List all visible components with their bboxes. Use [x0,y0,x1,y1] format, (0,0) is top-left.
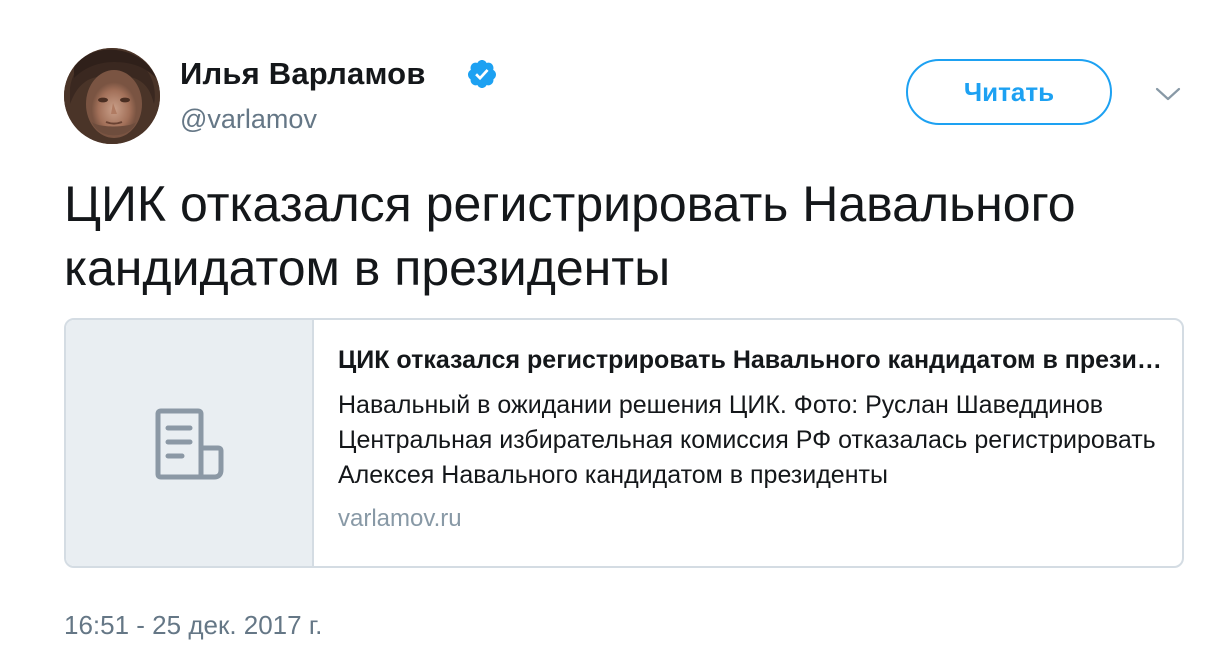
document-icon [155,408,224,480]
tweet: Илья Варламов @varlamov Читать ЦИК отказ… [0,0,1228,668]
link-card[interactable]: ЦИК отказался регистрировать Навального … [64,318,1184,568]
card-body: ЦИК отказался регистрировать Навального … [338,342,1168,533]
card-title: ЦИК отказался регистрировать Навального … [338,346,1168,374]
card-description: Навальный в ожидании решения ЦИК. Фото: … [338,391,1156,489]
avatar[interactable] [64,48,160,144]
author-name[interactable]: Илья Варламов [180,56,426,92]
card-domain: varlamov.ru [338,505,462,532]
tweet-text: ЦИК отказался регистрировать Навального … [64,176,1076,296]
card-image [66,320,314,566]
timestamp[interactable]: 16:51 - 25 дек. 2017 г. [64,610,322,641]
user-avatar-photo-icon [64,48,160,144]
chevron-down-icon[interactable] [1154,84,1182,104]
verified-badge-icon [467,60,496,88]
follow-button[interactable]: Читать [906,59,1112,125]
author-handle[interactable]: @varlamov [180,104,317,135]
